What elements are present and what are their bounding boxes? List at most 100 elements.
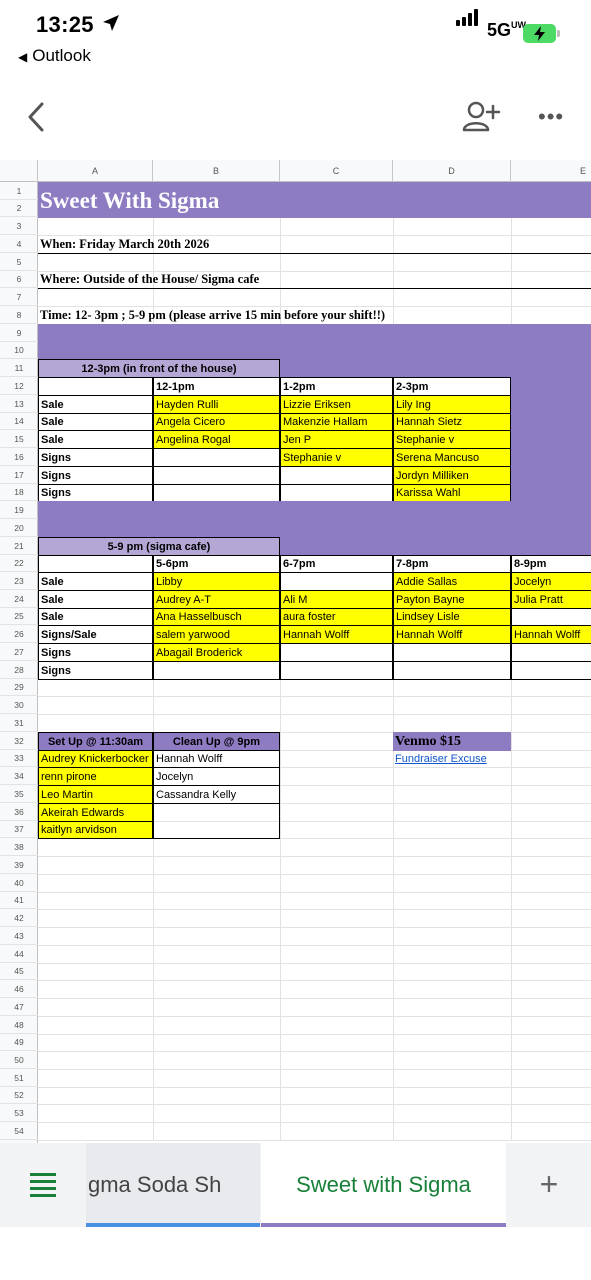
time-slot-header[interactable]: 7-8pm	[393, 555, 511, 573]
volunteer-cell[interactable]: Stephanie v	[393, 430, 511, 449]
volunteer-cell[interactable]	[280, 661, 393, 680]
cleanup-volunteer-cell[interactable]: Hannah Wolff	[153, 750, 280, 768]
row-header[interactable]: 22	[0, 555, 38, 572]
cleanup-volunteer-cell[interactable]: Jocelyn	[153, 767, 280, 786]
purple-fill[interactable]	[511, 466, 591, 485]
cleanup-volunteer-cell[interactable]	[153, 803, 280, 839]
row-header[interactable]: 35	[0, 785, 38, 803]
volunteer-cell[interactable]: Ana Hasselbusch	[153, 608, 280, 626]
row-header[interactable]: 32	[0, 732, 38, 750]
row-header[interactable]: 46	[0, 980, 38, 998]
row-header[interactable]: 7	[0, 288, 38, 306]
role-label[interactable]: Signs	[38, 448, 153, 467]
block2-header[interactable]: 5-9 pm (sigma cafe)	[38, 537, 280, 556]
volunteer-cell[interactable]: Serena Mancuso	[393, 448, 511, 467]
volunteer-cell[interactable]	[511, 661, 591, 680]
row-header[interactable]: 5	[0, 253, 38, 271]
row-header[interactable]: 8	[0, 306, 38, 324]
volunteer-cell[interactable]: Audrey A-T	[153, 590, 280, 609]
row-header[interactable]: 18	[0, 484, 38, 501]
row-header[interactable]: 41	[0, 892, 38, 909]
row-header[interactable]: 39	[0, 856, 38, 874]
row-header[interactable]: 10	[0, 342, 38, 359]
volunteer-cell[interactable]	[153, 448, 280, 467]
row-header[interactable]: 21	[0, 537, 38, 555]
volunteer-cell[interactable]: Karissa Wahl	[393, 484, 511, 502]
role-label[interactable]: Signs/Sale	[38, 625, 153, 644]
row-header[interactable]: 6	[0, 271, 38, 288]
row-header[interactable]: 51	[0, 1069, 38, 1087]
row-header[interactable]: 26	[0, 625, 38, 643]
volunteer-cell[interactable]: salem yarwood	[153, 625, 280, 644]
volunteer-cell[interactable]: Libby	[153, 572, 280, 591]
time-slot-header[interactable]: 5-6pm	[153, 555, 280, 573]
volunteer-cell[interactable]: Angelina Rogal	[153, 430, 280, 449]
volunteer-cell[interactable]: Lily Ing	[393, 395, 511, 414]
empty-cell[interactable]	[38, 555, 153, 573]
row-header[interactable]: 31	[0, 714, 38, 732]
row-header[interactable]: 4	[0, 235, 38, 253]
row-header[interactable]: 14	[0, 413, 38, 430]
row-header[interactable]: 43	[0, 927, 38, 945]
volunteer-cell[interactable]: Hannah Wolff	[280, 625, 393, 644]
volunteer-cell[interactable]: aura foster	[280, 608, 393, 626]
spreadsheet-grid[interactable]: A B C D E 1 2 3 4 5 6 7 8 9 10 11 12 13 14 15 16 17 18 19 2…	[0, 160, 591, 1143]
setup-volunteer-cell[interactable]: kaitlyn arvidson	[38, 821, 153, 839]
row-header[interactable]: 1	[0, 182, 38, 200]
role-label[interactable]: Sale	[38, 590, 153, 609]
sheet-title[interactable]: Sweet With Sigma	[38, 185, 591, 217]
volunteer-cell[interactable]: Stephanie v	[280, 448, 393, 467]
row-header[interactable]: 38	[0, 838, 38, 856]
cleanup-header[interactable]: Clean Up @ 9pm	[153, 732, 280, 751]
column-header[interactable]: E	[511, 160, 591, 182]
row-header[interactable]: 30	[0, 696, 38, 714]
purple-fill[interactable]	[511, 430, 591, 449]
column-header[interactable]: B	[153, 160, 280, 182]
row-header[interactable]: 9	[0, 324, 38, 342]
volunteer-cell[interactable]: Lizzie Eriksen	[280, 395, 393, 414]
role-label[interactable]: Sale	[38, 572, 153, 591]
row-header[interactable]: 20	[0, 519, 38, 537]
volunteer-cell[interactable]: Abagail Broderick	[153, 643, 280, 662]
row-header[interactable]: 24	[0, 590, 38, 608]
purple-band[interactable]	[38, 324, 591, 360]
cleanup-volunteer-cell[interactable]: Cassandra Kelly	[153, 785, 280, 804]
row-header[interactable]: 47	[0, 998, 38, 1016]
time-slot-header[interactable]: 1-2pm	[280, 377, 393, 396]
volunteer-cell[interactable]	[280, 643, 393, 662]
volunteer-cell[interactable]: Hannah Wolff	[511, 625, 591, 644]
row-header[interactable]: 53	[0, 1104, 38, 1122]
volunteer-cell[interactable]	[153, 466, 280, 485]
back-to-app-link[interactable]: ◀ Outlook	[18, 46, 91, 66]
role-label[interactable]: Sale	[38, 608, 153, 626]
role-label[interactable]: Signs	[38, 643, 153, 662]
volunteer-cell[interactable]: Addie Sallas	[393, 572, 511, 591]
row-header[interactable]: 36	[0, 803, 38, 821]
block1-header[interactable]: 12-3pm (in front of the house)	[38, 359, 280, 378]
row-header[interactable]: 2	[0, 200, 38, 217]
volunteer-cell[interactable]: Payton Bayne	[393, 590, 511, 609]
fundraiser-excuse-link[interactable]: Fundraiser Excuse	[393, 750, 511, 768]
row-header[interactable]: 44	[0, 945, 38, 963]
row-header[interactable]: 19	[0, 501, 38, 519]
row-header[interactable]: 34	[0, 767, 38, 785]
row-header[interactable]: 54	[0, 1122, 38, 1140]
purple-fill[interactable]	[511, 377, 591, 396]
setup-volunteer-cell[interactable]: Akeirah Edwards	[38, 803, 153, 822]
volunteer-cell[interactable]: Hayden Rulli	[153, 395, 280, 414]
setup-volunteer-cell[interactable]: Audrey Knickerbocker	[38, 750, 153, 768]
volunteer-cell[interactable]	[511, 608, 591, 626]
sheets-menu-button[interactable]	[30, 1173, 56, 1197]
time-slot-header[interactable]: 8-9pm	[511, 555, 591, 573]
volunteer-cell[interactable]: Julia Pratt	[511, 590, 591, 609]
purple-fill[interactable]	[511, 484, 591, 502]
volunteer-cell[interactable]	[153, 484, 280, 502]
volunteer-cell[interactable]: Hannah Wolff	[393, 625, 511, 644]
venmo-label[interactable]: Venmo $15	[393, 732, 511, 751]
row-header[interactable]: 42	[0, 909, 38, 927]
more-options-button[interactable]: •••	[538, 104, 572, 129]
role-label[interactable]: Sale	[38, 395, 153, 414]
time-slot-header[interactable]: 12-1pm	[153, 377, 280, 396]
setup-volunteer-cell[interactable]: Leo Martin	[38, 785, 153, 804]
volunteer-cell[interactable]	[280, 466, 393, 485]
